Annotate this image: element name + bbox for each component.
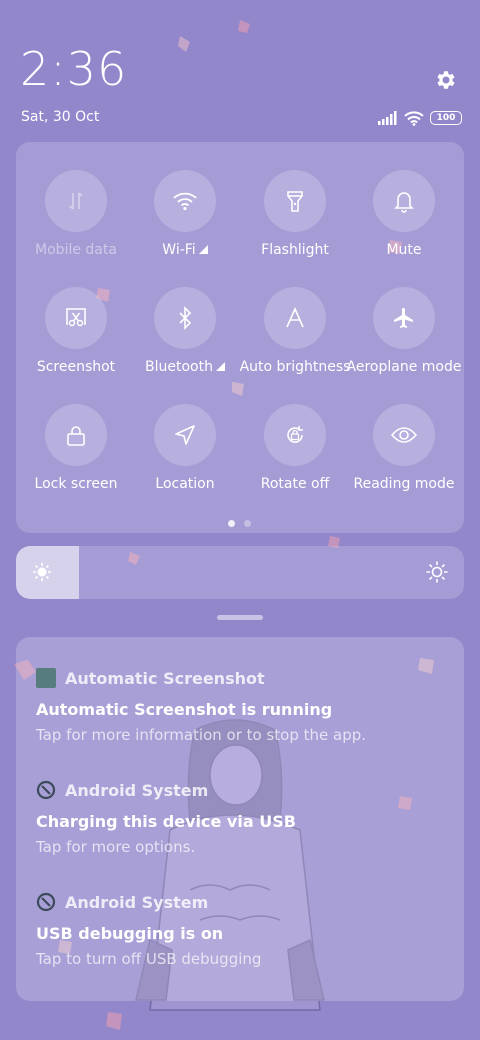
eye-icon (390, 427, 418, 443)
tile-lock-screen[interactable]: Lock screen (21, 404, 131, 504)
notification-title: USB debugging is on (36, 924, 224, 943)
tile-reading-mode[interactable]: Reading mode (349, 404, 459, 504)
notifications-panel: Automatic Screenshot Automatic Screensho… (16, 637, 464, 1001)
panel-drag-handle[interactable] (217, 615, 263, 620)
flashlight-icon (287, 191, 303, 212)
tile-bluetooth[interactable]: Bluetooth (130, 287, 240, 387)
notification-app-name: Automatic Screenshot (65, 668, 265, 688)
screenshot-icon (66, 308, 86, 327)
status-bar-icons: 100 (378, 109, 462, 127)
bluetooth-icon (179, 306, 192, 330)
wifi-status-icon (404, 110, 424, 126)
tile-button[interactable] (45, 287, 107, 349)
tile-rotate-off[interactable]: Rotate off (240, 404, 350, 504)
bell-icon (394, 192, 414, 213)
mobile-data-icon (69, 192, 83, 210)
tile-auto-brightness[interactable]: Auto brightness (240, 287, 350, 387)
wifi-icon (173, 192, 197, 211)
location-icon (175, 425, 195, 445)
notification-text: Tap for more options. (36, 838, 196, 856)
notification-item[interactable]: Automatic Screenshot Automatic Screensho… (36, 666, 456, 744)
page-dot-active (228, 520, 235, 527)
tile-button[interactable] (45, 404, 107, 466)
clock-time[interactable]: 2:36 (20, 46, 127, 92)
lock-icon (67, 426, 85, 446)
tile-button[interactable] (45, 170, 107, 232)
tile-button[interactable] (264, 170, 326, 232)
notification-app-name: Android System (65, 780, 209, 800)
tile-location[interactable]: Location (130, 404, 240, 504)
expand-arrow-icon (215, 362, 225, 371)
gear-icon (437, 71, 455, 89)
tile-label: Mute (386, 242, 422, 258)
android-system-icon (36, 780, 56, 800)
tile-mobile-data[interactable]: Mobile data (21, 170, 131, 270)
wifi-label-text: Wi-Fi (162, 242, 196, 258)
android-system-icon (36, 892, 56, 912)
tile-button[interactable] (154, 170, 216, 232)
auto-brightness-icon (286, 307, 304, 328)
notification-text: Tap to turn off USB debugging (36, 950, 262, 968)
tile-mute[interactable]: Mute (349, 170, 459, 270)
notification-header: Automatic Screenshot (36, 666, 456, 690)
quick-settings-panel: Mobile data Wi-Fi Flashlight Mute Screen… (16, 142, 464, 533)
notification-item[interactable]: Android System USB debugging is on Tap t… (36, 890, 456, 969)
brightness-slider[interactable] (16, 546, 464, 599)
tile-wifi[interactable]: Wi-Fi (130, 170, 240, 270)
tile-aeroplane-mode[interactable]: Aeroplane mode (347, 287, 461, 387)
date-label[interactable]: Sat, 30 Oct (21, 109, 99, 125)
tile-button[interactable] (264, 287, 326, 349)
notification-title: Automatic Screenshot is running (36, 700, 333, 719)
notification-header: Android System (36, 778, 456, 802)
tile-button[interactable] (373, 287, 435, 349)
tile-label: Reading mode (353, 476, 455, 492)
bluetooth-label-text: Bluetooth (145, 359, 213, 375)
brightness-high-icon (426, 561, 448, 583)
notification-item[interactable]: Android System Charging this device via … (36, 778, 456, 857)
notification-title: Charging this device via USB (36, 812, 296, 831)
settings-button[interactable] (432, 66, 460, 94)
notification-app-name: Android System (65, 892, 209, 912)
tile-button[interactable] (373, 404, 435, 466)
tile-button[interactable] (373, 170, 435, 232)
tile-screenshot[interactable]: Screenshot (21, 287, 131, 387)
tile-button[interactable] (154, 287, 216, 349)
page-dot[interactable] (244, 520, 251, 527)
battery-icon: 100 (430, 111, 462, 125)
tile-flashlight[interactable]: Flashlight (240, 170, 350, 270)
rotate-lock-icon (287, 426, 303, 443)
tile-button[interactable] (154, 404, 216, 466)
signal-icon (378, 111, 397, 125)
tile-label: Aeroplane mode (346, 359, 462, 375)
page-indicator (228, 520, 251, 527)
notification-text: Tap for more information or to stop the … (36, 726, 367, 744)
brightness-low-icon (33, 563, 51, 581)
notification-header: Android System (36, 890, 456, 914)
automatic-screenshot-app-icon (36, 668, 56, 688)
airplane-icon (394, 308, 413, 328)
tile-button[interactable] (264, 404, 326, 466)
expand-arrow-icon (198, 245, 208, 254)
